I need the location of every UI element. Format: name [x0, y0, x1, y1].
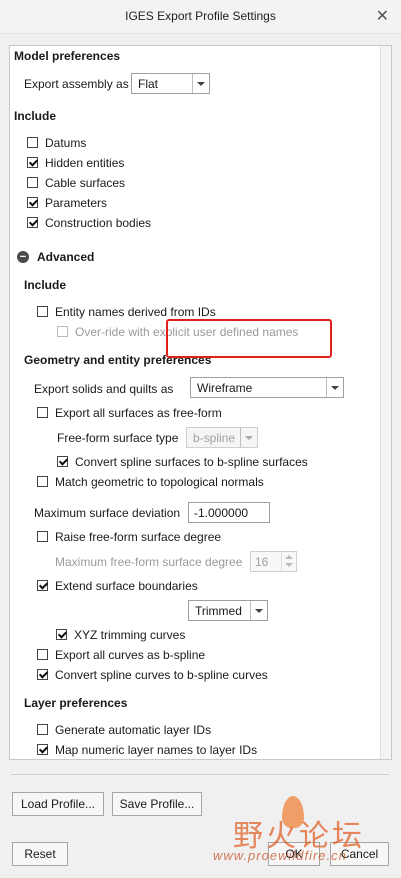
hidden-entities-checkbox[interactable]	[27, 157, 38, 168]
freeform-type-label: Free-form surface type	[57, 431, 179, 445]
generate-layer-ids-checkbox[interactable]	[37, 724, 48, 735]
convert-spline-curves-checkbox[interactable]	[37, 669, 48, 680]
trimmed-value: Trimmed	[195, 604, 242, 618]
collapse-icon[interactable]: −	[17, 251, 29, 263]
raise-degree-label: Raise free-form surface degree	[55, 530, 222, 544]
freeform-type-value: b-spline	[193, 431, 236, 445]
convert-spline-curves-label: Convert spline curves to b-spline curves	[55, 668, 268, 682]
include-header: Include	[14, 109, 57, 123]
chevron-down-icon	[326, 378, 343, 397]
entity-names-label: Entity names derived from IDs	[55, 305, 216, 319]
advanced-include-header: Include	[24, 278, 67, 292]
xyz-trimming-label: XYZ trimming curves	[74, 628, 186, 642]
export-curves-checkbox[interactable]	[37, 649, 48, 660]
raise-degree-checkbox[interactable]	[37, 531, 48, 542]
spinner-arrows-icon	[281, 552, 296, 571]
advanced-header[interactable]: Advanced	[37, 250, 94, 264]
parameters-label: Parameters	[45, 196, 108, 210]
extend-boundaries-label: Extend surface boundaries	[55, 579, 198, 593]
hidden-entities-label: Hidden entities	[45, 156, 125, 170]
scrollbar[interactable]	[380, 46, 391, 759]
freeform-type-dropdown[interactable]: b-spline	[186, 427, 258, 448]
layer-preferences-header: Layer preferences	[24, 696, 128, 710]
max-degree-spinner[interactable]: 16	[250, 551, 297, 572]
chevron-down-icon	[240, 428, 257, 447]
max-degree-label: Maximum free-form surface degree	[55, 555, 243, 569]
max-degree-value: 16	[255, 555, 269, 569]
construction-bodies-checkbox[interactable]	[27, 217, 38, 228]
datums-label: Datums	[45, 136, 87, 150]
export-assembly-value: Flat	[138, 77, 159, 91]
trimmed-dropdown[interactable]: Trimmed	[188, 600, 268, 621]
close-icon[interactable]: ✕	[376, 6, 389, 26]
xyz-trimming-checkbox[interactable]	[56, 629, 67, 640]
map-layer-names-checkbox[interactable]	[37, 744, 48, 755]
chevron-down-icon	[250, 601, 267, 620]
watermark-url: www.proewildfire.cn	[213, 848, 347, 863]
construction-bodies-label: Construction bodies	[45, 216, 152, 230]
map-layer-names-label: Map numeric layer names to layer IDs	[55, 743, 258, 757]
export-freeform-checkbox[interactable]	[37, 407, 48, 418]
export-solids-value: Wireframe	[197, 381, 253, 395]
highlight-annotation	[166, 319, 332, 358]
export-assembly-label: Export assembly as	[24, 77, 129, 91]
model-preferences-header: Model preferences	[14, 49, 121, 63]
max-deviation-input[interactable]: -1.000000	[188, 502, 270, 523]
max-deviation-label: Maximum surface deviation	[34, 506, 181, 520]
match-geometric-label: Match geometric to topological normals	[55, 475, 264, 489]
export-assembly-dropdown[interactable]: Flat	[131, 73, 210, 94]
chevron-down-icon	[192, 74, 209, 93]
generate-layer-ids-label: Generate automatic layer IDs	[55, 723, 212, 737]
parameters-checkbox[interactable]	[27, 197, 38, 208]
convert-spline-surfaces-label: Convert spline surfaces to b-spline surf…	[75, 455, 308, 469]
export-solids-label: Export solids and quilts as	[34, 382, 174, 396]
entity-names-checkbox[interactable]	[37, 306, 48, 317]
title-bar: IGES Export Profile Settings ✕	[0, 0, 401, 34]
override-names-checkbox[interactable]	[57, 326, 68, 337]
settings-panel: Model preferences Export assembly as Fla…	[9, 45, 392, 760]
extend-boundaries-checkbox[interactable]	[37, 580, 48, 591]
load-profile-button[interactable]: Load Profile...	[12, 792, 104, 816]
divider	[11, 774, 389, 775]
convert-spline-surfaces-checkbox[interactable]	[57, 456, 68, 467]
export-curves-label: Export all curves as b-spline	[55, 648, 206, 662]
datums-checkbox[interactable]	[27, 137, 38, 148]
export-solids-dropdown[interactable]: Wireframe	[190, 377, 344, 398]
save-profile-button[interactable]: Save Profile...	[112, 792, 202, 816]
match-geometric-checkbox[interactable]	[37, 476, 48, 487]
export-freeform-label: Export all surfaces as free-form	[55, 406, 222, 420]
cable-surfaces-checkbox[interactable]	[27, 177, 38, 188]
cable-surfaces-label: Cable surfaces	[45, 176, 126, 190]
reset-button[interactable]: Reset	[12, 842, 68, 866]
window-title: IGES Export Profile Settings	[125, 9, 276, 23]
